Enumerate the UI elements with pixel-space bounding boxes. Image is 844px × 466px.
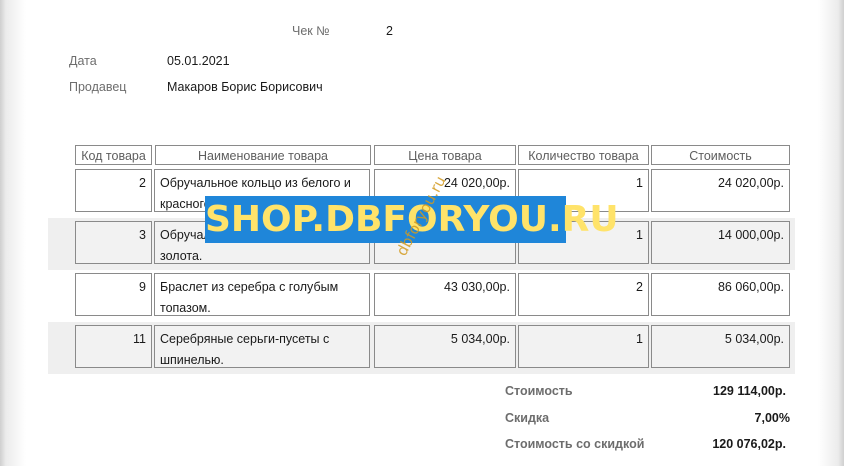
cell-cost: 86 060,00р. bbox=[651, 273, 790, 316]
total-cost-label: Стоимость bbox=[505, 384, 573, 398]
cell-code: 2 bbox=[75, 169, 152, 212]
cell-name: Браслет из серебра с голубым топазом. bbox=[154, 273, 370, 316]
cell-price: 5 034,00р. bbox=[374, 325, 516, 368]
discounted-cost-label: Стоимость со скидкой bbox=[505, 437, 645, 451]
table-row: 9 Браслет из серебра с голубым топазом. … bbox=[48, 270, 795, 322]
table-row: 11 Серебряные серьги-пусеты с шпинелью. … bbox=[48, 322, 795, 374]
report-page: Чек № 2 Дата 05.01.2021 Продавец Макаров… bbox=[0, 0, 844, 466]
column-header-name: Наименование товара bbox=[155, 145, 371, 165]
watermark-banner: SHOP.DBFORYOU.RU bbox=[205, 196, 619, 243]
column-header-code: Код товара bbox=[75, 145, 152, 165]
cell-qty: 1 bbox=[518, 325, 649, 368]
check-number-value: 2 bbox=[386, 24, 393, 38]
date-label: Дата bbox=[69, 54, 97, 68]
cell-cost: 14 000,00р. bbox=[651, 221, 790, 264]
cell-code: 9 bbox=[75, 273, 152, 316]
total-cost-value: 129 114,00р. bbox=[713, 384, 786, 398]
discount-value: 7,00% bbox=[754, 411, 790, 425]
discounted-cost-value: 120 076,02р. bbox=[712, 437, 786, 451]
cell-qty: 2 bbox=[518, 273, 649, 316]
column-header-cost: Стоимость bbox=[651, 145, 790, 165]
cell-name: Серебряные серьги-пусеты с шпинелью. bbox=[154, 325, 370, 368]
discount-label: Скидка bbox=[505, 411, 550, 425]
seller-value: Макаров Борис Борисович bbox=[167, 80, 323, 94]
seller-label: Продавец bbox=[69, 80, 127, 94]
cell-code: 11 bbox=[75, 325, 152, 368]
cell-code: 3 bbox=[75, 221, 152, 264]
check-number-label: Чек № bbox=[292, 24, 330, 38]
date-value: 05.01.2021 bbox=[167, 54, 230, 68]
column-header-qty: Количество товара bbox=[518, 145, 649, 165]
cell-cost: 5 034,00р. bbox=[651, 325, 790, 368]
cell-cost: 24 020,00р. bbox=[651, 169, 790, 212]
